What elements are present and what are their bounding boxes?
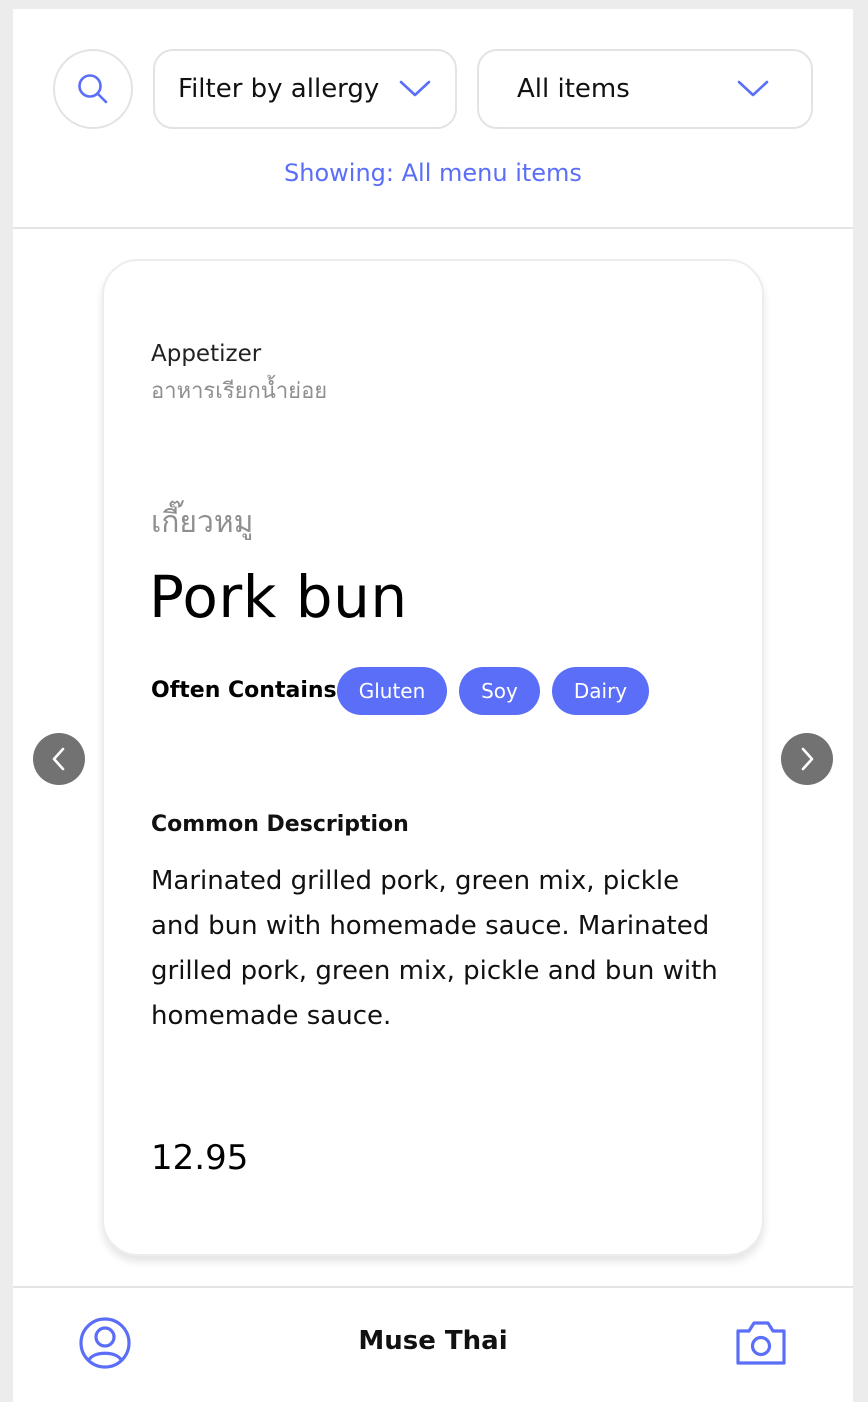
item-price: 12.95 xyxy=(151,1138,249,1178)
search-icon xyxy=(78,74,108,104)
item-name-english: Pork bun xyxy=(149,563,408,631)
menu-item-card: Appetizer อาหารเรียกน้ำย่อย เกี๊ยวหมู Po… xyxy=(102,259,764,1256)
category-thai: อาหารเรียกน้ำย่อย xyxy=(151,379,328,404)
chevron-down-icon xyxy=(737,80,769,97)
bottom-bar: Muse Thai xyxy=(13,1286,853,1402)
chevron-down-icon xyxy=(399,80,431,97)
filter-header: Filter by allergy All items Showing: All… xyxy=(13,9,853,229)
previous-item-button[interactable] xyxy=(33,733,85,785)
often-contains-label: Often Contains xyxy=(151,678,337,703)
camera-icon xyxy=(736,1321,786,1365)
next-item-button[interactable] xyxy=(781,733,833,785)
description-text: Marinated grilled pork, green mix, pickl… xyxy=(151,866,718,1031)
description-title: Common Description xyxy=(151,812,409,837)
showing-status: Showing: All menu items xyxy=(284,159,582,187)
camera-button[interactable] xyxy=(733,1317,789,1369)
app-screen: Filter by allergy All items Showing: All… xyxy=(13,9,853,1402)
items-filter-select[interactable]: All items xyxy=(477,49,813,129)
allergen-tag-dairy: Dairy xyxy=(552,667,649,715)
items-filter-label: All items xyxy=(517,74,630,104)
allergen-tag-gluten: Gluten xyxy=(337,667,447,715)
search-button[interactable] xyxy=(53,49,133,129)
chevron-right-icon xyxy=(801,747,814,771)
allergy-filter-label: Filter by allergy xyxy=(178,74,380,104)
allergen-tags: Gluten Soy Dairy xyxy=(337,667,661,715)
allergen-tag-soy: Soy xyxy=(459,667,540,715)
app-title: Muse Thai xyxy=(358,1326,508,1356)
chevron-left-icon xyxy=(52,747,65,771)
category-english: Appetizer xyxy=(151,341,262,367)
item-name-thai: เกี๊ยวหมู xyxy=(151,505,254,540)
allergy-filter-select[interactable]: Filter by allergy xyxy=(153,49,457,129)
